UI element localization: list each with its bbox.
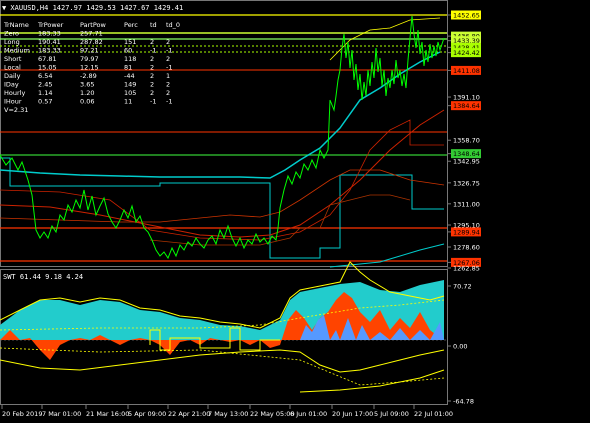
table-cell: 105 — [124, 89, 136, 97]
table-cell: Local — [4, 64, 21, 72]
time-label: 6 Jun 01:00 — [290, 410, 327, 418]
table-cell: 67.81 — [38, 55, 57, 63]
price-label: 1358.70 — [453, 137, 480, 145]
table-cell: 60 — [124, 47, 132, 55]
price-label: 1289.94 — [453, 228, 480, 236]
table-cell: -44 — [124, 72, 135, 80]
time-axis: 20 Feb 2019 7 Mar 01:00 21 Mar 16:005 Apr … — [1, 405, 453, 418]
indicator-curves — [0, 17, 445, 268]
table-cell: 151 — [124, 38, 136, 46]
time-label: 22 Apr 21:00 — [168, 410, 210, 418]
table-cell: -1 — [166, 64, 172, 72]
table-cell: -2.89 — [80, 72, 97, 80]
level-lines — [0, 14, 447, 262]
table-cell: Long — [4, 38, 20, 46]
time-label: 5 Jul 09:00 — [374, 410, 409, 418]
table-cell: Daily — [4, 72, 21, 80]
price-axis: 1452.651436.801433.391428.411424.421411.… — [447, 10, 481, 273]
table-cell: 2 — [150, 38, 154, 46]
table-cell: 183.33 — [38, 30, 61, 38]
indicator-axis-label: 70.72 — [453, 283, 472, 291]
table-cell: 81 — [124, 64, 132, 72]
table-cell: 97.21 — [80, 47, 99, 55]
price-label: 1342.95 — [453, 158, 480, 166]
table-cell: 0.06 — [80, 98, 94, 106]
table-header-cell: td — [150, 21, 157, 29]
table-cell: 79.97 — [80, 55, 99, 63]
table-cell: -1 — [166, 98, 172, 106]
time-label: 7 Mar 01:00 — [42, 410, 81, 418]
price-label: 1278.60 — [453, 244, 480, 252]
main-chart-frame — [0, 0, 448, 267]
table-cell: 1 — [166, 72, 170, 80]
table-cell: 149 — [124, 81, 136, 89]
table-cell: 2 — [166, 81, 170, 89]
price-label: 1411.08 — [453, 67, 480, 75]
table-cell: 183.33 — [38, 47, 61, 55]
symbol-header: ▼ XAUUSD,H4 1427.97 1429.53 1427.67 1429… — [2, 4, 183, 12]
table-cell: 6.54 — [38, 72, 52, 80]
table-header-cell: TrPower — [37, 21, 64, 29]
table-cell: -1 — [150, 47, 156, 55]
table-cell: 12.15 — [80, 64, 99, 72]
table-cell: 2 — [150, 72, 154, 80]
indicator-axis-label: -64.78 — [453, 398, 474, 406]
chart-window[interactable]: TrName TrPower PartPow Perc td td_0 Zero 183.33… — [0, 0, 590, 419]
indicator-histogram — [0, 261, 447, 393]
price-label: 1384.64 — [453, 102, 480, 110]
price-label: 1262.85 — [453, 265, 480, 273]
table-cell: -1 — [166, 47, 172, 55]
time-label: 22 May 05:00 — [250, 410, 295, 418]
price-label: 1391.10 — [453, 94, 480, 102]
table-cell: 2 — [150, 81, 154, 89]
table-cell: 2 — [150, 89, 154, 97]
table-header-cell: Perc — [124, 21, 138, 29]
table-cell: Hourly — [4, 89, 25, 97]
table-cell: 257.71 — [80, 30, 103, 38]
table-footer: V=2.31 — [4, 106, 28, 114]
table-cell: 2.45 — [38, 81, 52, 89]
time-label: 22 Jul 01:00 — [414, 410, 453, 418]
indicator-axis-label: 0.00 — [453, 343, 467, 351]
table-header-cell: PartPow — [80, 21, 106, 29]
table-cell: 2 — [166, 89, 170, 97]
table-cell: 11 — [124, 98, 132, 106]
table-cell: 190.41 — [38, 38, 61, 46]
table-cell: Medium — [4, 47, 30, 55]
chart-canvas[interactable]: TrName TrPower PartPow Perc td td_0 Zero 183.33… — [0, 0, 590, 419]
table-cell: 2 — [150, 55, 154, 63]
price-label: 1311.00 — [453, 200, 480, 208]
table-cell: 118 — [124, 55, 136, 63]
indicator-axis: 70.72 0.00 -64.78 — [447, 283, 474, 406]
table-cell: IDay — [4, 81, 19, 89]
time-label: 21 Mar 16:00 — [86, 410, 129, 418]
table-cell: -1 — [150, 98, 156, 106]
table-cell: 2 — [166, 38, 170, 46]
table-cell: 3.65 — [80, 81, 94, 89]
table-cell: 2 — [166, 55, 170, 63]
table-cell: IHour — [4, 98, 22, 106]
price-label: 1452.65 — [453, 12, 480, 20]
table-cell: 287.82 — [80, 38, 103, 46]
time-label: 7 May 13:00 — [208, 410, 248, 418]
price-label: 1326.75 — [453, 179, 480, 187]
table-header-cell: TrName — [3, 21, 29, 29]
table-cell: Short — [4, 55, 22, 63]
indicator-header: SWT 61.44 9.18 4.24 — [3, 273, 83, 281]
table-cell: 2 — [150, 64, 154, 72]
table-cell: 0.57 — [38, 98, 52, 106]
table-cell: Zero — [4, 30, 19, 38]
time-label: 5 Apr 09:00 — [128, 410, 166, 418]
time-label: 20 Feb 2019 — [2, 410, 42, 418]
trend-table: TrName TrPower PartPow Perc td td_0 Zero 183.33… — [3, 21, 180, 114]
time-label: 20 Jun 17:00 — [332, 410, 373, 418]
table-header-cell: td_0 — [166, 21, 180, 29]
price-label: 1424.42 — [453, 49, 480, 57]
table-cell: 15.05 — [38, 64, 57, 72]
table-cell: 1.14 — [38, 89, 52, 97]
table-cell: 1.20 — [80, 89, 94, 97]
